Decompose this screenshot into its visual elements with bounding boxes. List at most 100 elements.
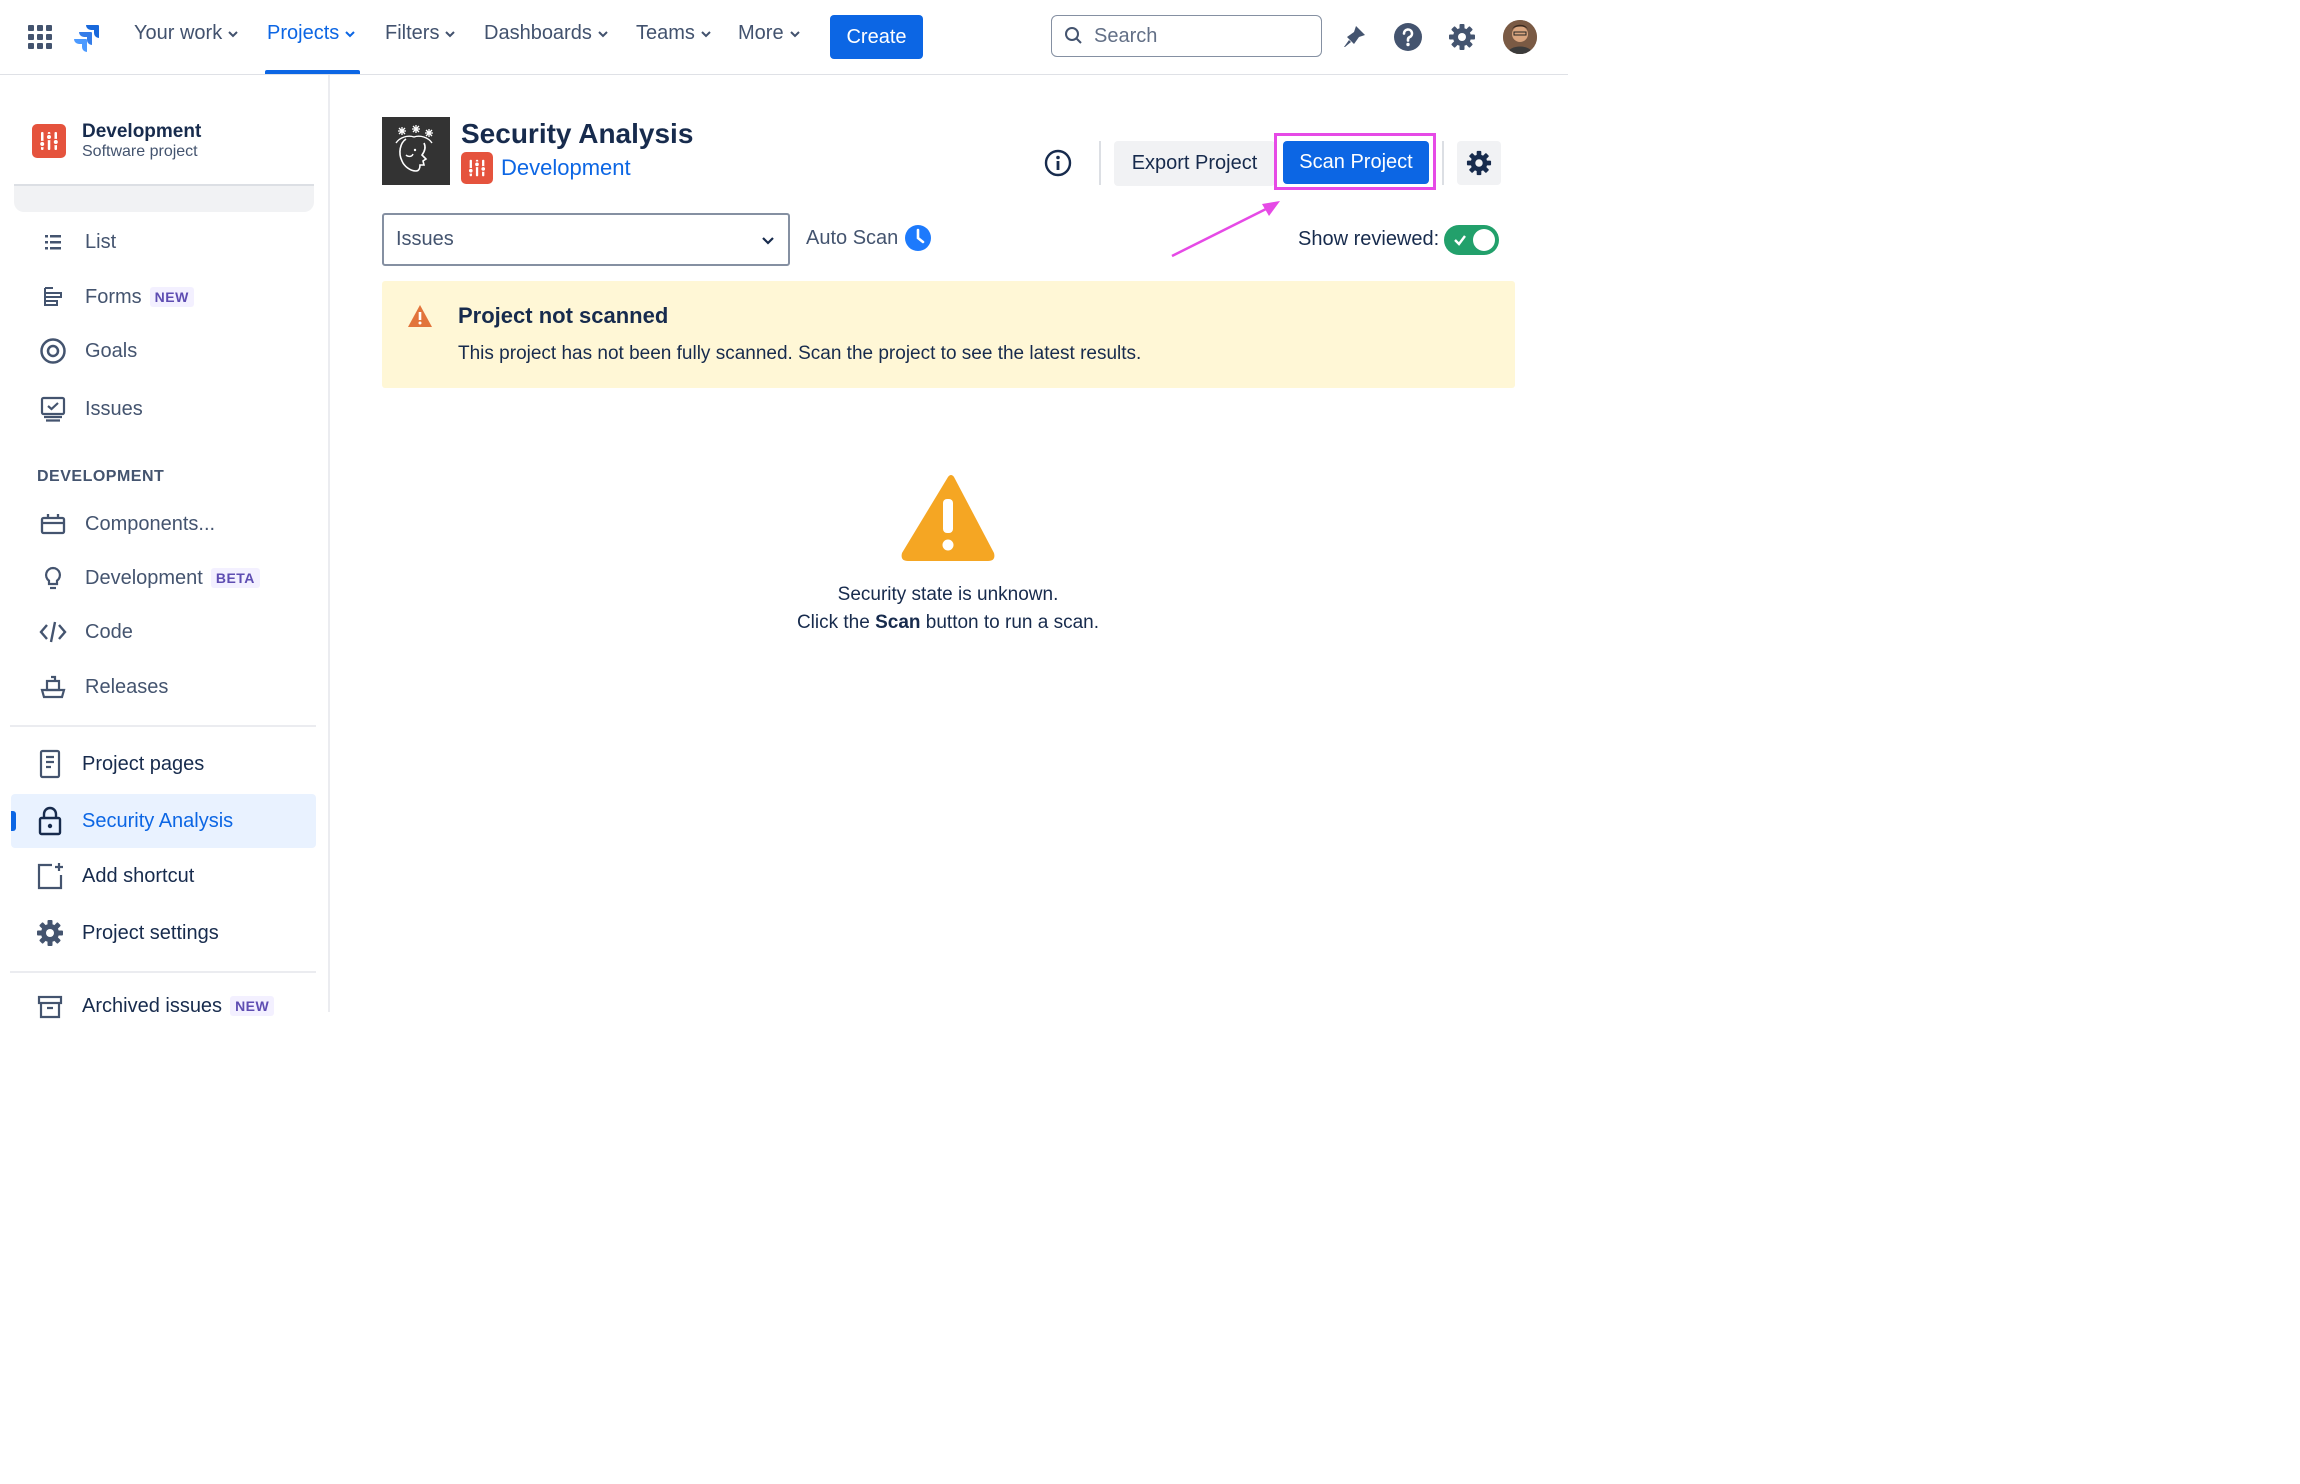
code-icon xyxy=(37,616,69,648)
sidebar-item-label: List xyxy=(85,230,117,253)
lock-icon xyxy=(34,805,66,837)
search-icon xyxy=(1065,27,1082,44)
sidebar-item-label: Project settings xyxy=(82,921,219,944)
notifications-icon[interactable] xyxy=(1336,19,1372,55)
chevron-down-icon xyxy=(445,30,456,37)
nav-label: Teams xyxy=(636,22,695,44)
nav-projects[interactable]: Projects xyxy=(267,22,357,45)
empty-state-scan-word: Scan xyxy=(875,612,921,633)
show-reviewed-toggle[interactable] xyxy=(1444,225,1499,255)
project-link-label: Development xyxy=(501,155,631,180)
page-icon xyxy=(34,748,66,780)
sidebar-item-label: Components... xyxy=(85,512,216,535)
nav-label: Projects xyxy=(267,22,340,44)
clock-icon xyxy=(905,225,932,251)
toolbar-separator xyxy=(1442,141,1444,185)
nav-filters[interactable]: Filters xyxy=(385,22,457,45)
nav-label: Your work xyxy=(134,22,223,44)
sidebar-item-label: Archived issues xyxy=(82,994,223,1017)
sidebar-item-components[interactable]: Components... xyxy=(37,508,215,540)
sidebar-item-add-shortcut[interactable]: Add shortcut xyxy=(34,860,194,892)
sidebar-item-goals[interactable]: Goals xyxy=(37,335,137,367)
banner-title: Project not scanned xyxy=(458,303,669,328)
project-breadcrumb-link[interactable]: Development xyxy=(461,152,631,184)
sidebar-item-project-pages[interactable]: Project pages xyxy=(34,748,204,780)
chevron-down-icon xyxy=(228,30,238,37)
create-button[interactable]: Create xyxy=(830,15,923,59)
project-avatar-icon xyxy=(461,152,493,184)
gear-icon xyxy=(34,917,66,949)
user-avatar[interactable] xyxy=(1503,20,1537,54)
sidebar-divider xyxy=(10,971,316,973)
warning-icon xyxy=(408,305,432,327)
help-icon[interactable] xyxy=(1390,19,1426,55)
list-icon xyxy=(37,226,69,258)
new-badge: NEW xyxy=(149,287,194,307)
chevron-down-icon xyxy=(762,236,774,245)
sidebar-item-label: Security Analysis xyxy=(82,809,234,832)
nav-more[interactable]: More xyxy=(738,22,802,45)
sidebar-item-list[interactable]: List xyxy=(37,226,116,258)
toolbar-separator xyxy=(1099,141,1101,185)
active-nav-indicator xyxy=(265,70,360,74)
auto-scan-control[interactable]: Auto Scan xyxy=(806,224,932,252)
sidebar-item-development[interactable]: Development BETA xyxy=(37,562,260,594)
empty-state-line2: Click the Scan button to run a scan. xyxy=(648,612,1248,634)
sidebar-item-issues[interactable]: Issues xyxy=(37,393,143,425)
sidebar-item-label: Add shortcut xyxy=(82,864,195,887)
forms-icon xyxy=(37,281,69,313)
sidebar-item-code[interactable]: Code xyxy=(37,616,133,648)
sidebar-scroll-shadow xyxy=(14,184,314,212)
issues-filter-select[interactable]: Issues xyxy=(382,213,790,266)
sidebar-item-project-settings[interactable]: Project settings xyxy=(34,917,219,949)
new-badge: NEW xyxy=(230,996,275,1016)
sidebar-item-label: Project pages xyxy=(82,752,205,775)
nav-label: Filters xyxy=(385,22,440,44)
info-icon[interactable] xyxy=(1040,145,1076,181)
sidebar-item-label: Goals xyxy=(85,339,138,362)
sidebar-item-archived-issues[interactable]: Archived issues NEW xyxy=(34,990,275,1022)
nav-label: More xyxy=(738,22,784,44)
sidebar-item-forms[interactable]: Forms NEW xyxy=(37,281,194,313)
select-value: Issues xyxy=(396,228,454,250)
search-input[interactable]: Search xyxy=(1051,15,1322,57)
app-switcher-icon[interactable] xyxy=(22,19,58,55)
project-avatar-icon xyxy=(32,124,66,158)
sidebar-item-label: Forms xyxy=(85,285,142,308)
scan-project-button[interactable]: Scan Project xyxy=(1283,141,1429,184)
ship-icon xyxy=(37,671,69,703)
issues-icon xyxy=(37,393,69,425)
sidebar-item-label: Issues xyxy=(85,397,143,420)
show-reviewed-label: Show reviewed: xyxy=(1298,228,1440,250)
chevron-down-icon xyxy=(598,30,608,37)
gear-icon xyxy=(1466,150,1492,176)
sidebar-project-name[interactable]: Development xyxy=(82,121,201,143)
sidebar-item-label: Code xyxy=(85,620,133,643)
beta-badge: BETA xyxy=(210,568,260,588)
nav-dashboards[interactable]: Dashboards xyxy=(484,22,610,45)
export-project-button[interactable]: Export Project xyxy=(1114,141,1275,186)
chevron-down-icon xyxy=(701,30,711,37)
sidebar-item-security-analysis[interactable]: Security Analysis xyxy=(34,805,233,837)
page-settings-button[interactable] xyxy=(1457,141,1501,185)
sidebar-selected-indicator xyxy=(11,811,16,831)
nav-your-work[interactable]: Your work xyxy=(134,22,240,45)
chevron-down-icon xyxy=(789,30,800,37)
jira-logo-icon[interactable] xyxy=(70,19,106,55)
search-placeholder: Search xyxy=(1094,24,1158,47)
sidebar-divider xyxy=(10,725,316,727)
nav-teams[interactable]: Teams xyxy=(636,22,713,45)
settings-gear-icon[interactable] xyxy=(1444,19,1480,55)
app-logo-icon xyxy=(382,117,450,185)
sidebar-section-heading: DEVELOPMENT xyxy=(37,468,165,485)
sidebar-item-releases[interactable]: Releases xyxy=(37,671,168,703)
components-icon xyxy=(37,508,69,540)
goals-icon xyxy=(37,335,69,367)
auto-scan-label: Auto Scan xyxy=(806,226,899,249)
empty-state-text: Click the xyxy=(796,612,876,633)
archive-icon xyxy=(34,990,66,1022)
check-icon xyxy=(1454,235,1466,246)
empty-state-text: button to run a scan. xyxy=(920,612,1100,633)
add-shortcut-icon xyxy=(34,860,66,892)
empty-state-line1: Security state is unknown. xyxy=(837,584,1059,605)
